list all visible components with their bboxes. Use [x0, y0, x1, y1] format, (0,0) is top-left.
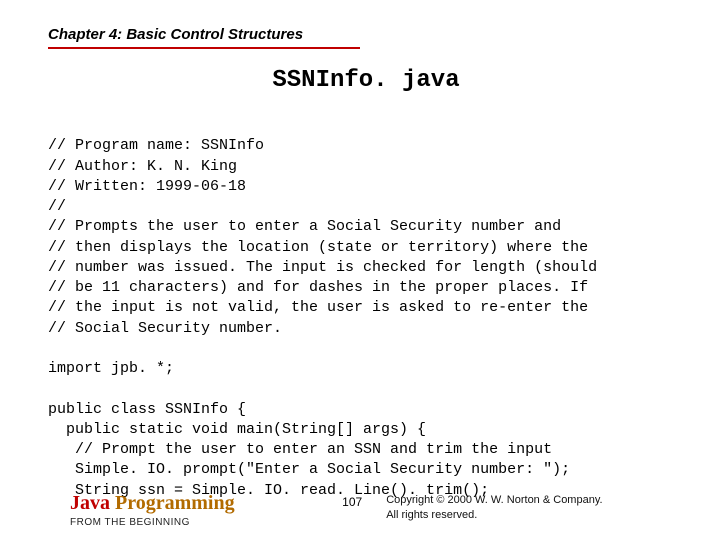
code-line: // Program name: SSNInfo	[48, 137, 264, 154]
page-number: 107	[342, 493, 362, 509]
slide-title: SSNInfo. java	[48, 67, 684, 94]
copyright-line: All rights reserved.	[386, 508, 684, 523]
code-block: // Program name: SSNInfo // Author: K. N…	[48, 116, 684, 521]
slide-page: Chapter 4: Basic Control Structures SSNI…	[0, 0, 720, 540]
code-line: // Prompt the user to enter an SSN and t…	[48, 441, 552, 458]
code-line: // Social Security number.	[48, 320, 282, 337]
brand-word-programming: Programming	[115, 492, 235, 514]
code-line: // number was issued. The input is check…	[48, 259, 597, 276]
code-line: // then displays the location (state or …	[48, 239, 588, 256]
copyright: Copyright © 2000 W. W. Norton & Company.…	[386, 493, 684, 523]
code-line: import jpb. *;	[48, 360, 174, 377]
copyright-line: Copyright © 2000 W. W. Norton & Company.	[386, 493, 684, 508]
footer: Java Programming FROM THE BEGINNING 107 …	[0, 493, 720, 528]
heading-rule	[48, 47, 360, 49]
code-line: // Written: 1999-06-18	[48, 178, 246, 195]
code-line: // Author: K. N. King	[48, 158, 237, 175]
brand-word-java: Java	[70, 492, 115, 514]
code-line: public class SSNInfo {	[48, 401, 246, 418]
brand-block: Java Programming FROM THE BEGINNING	[70, 493, 318, 528]
code-line: //	[48, 198, 66, 215]
code-line: // Prompts the user to enter a Social Se…	[48, 218, 561, 235]
brand-subtitle: FROM THE BEGINNING	[70, 517, 318, 528]
chapter-heading: Chapter 4: Basic Control Structures	[48, 26, 684, 43]
code-line: // the input is not valid, the user is a…	[48, 299, 588, 316]
code-line: // be 11 characters) and for dashes in t…	[48, 279, 588, 296]
brand-title: Java Programming	[70, 493, 318, 513]
code-line: public static void main(String[] args) {	[48, 421, 426, 438]
code-line: Simple. IO. prompt("Enter a Social Secur…	[48, 461, 570, 478]
